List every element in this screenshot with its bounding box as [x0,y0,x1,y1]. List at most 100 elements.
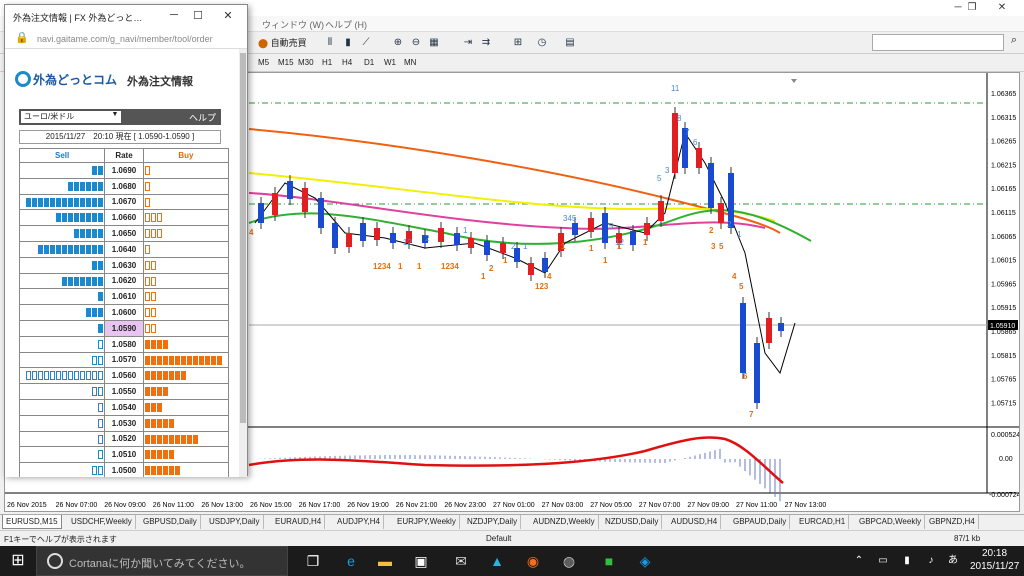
sell-cell [18,367,106,385]
popup-url[interactable]: navi.gaitame.com/g_navi/member/tool/orde… [37,34,213,44]
sell-cell [18,351,106,369]
chart-tab[interactable]: AUDJPY,H4 [334,515,384,529]
chart-tab[interactable]: EURJPY,Weekly [394,515,460,529]
zoom-out-icon[interactable]: ⊖ [408,35,424,51]
autotrade-button[interactable]: ⬤ 自動売買 [256,35,307,51]
menu-window[interactable]: ウィンドウ (W) [262,18,324,31]
windows-start-icon[interactable]: ⊞ [0,546,36,576]
store-icon[interactable]: ▣ [408,549,434,573]
pair-select[interactable]: ユーロ/米ドル [21,111,121,123]
candle [644,223,650,235]
popup-close-icon[interactable]: ✕ [219,9,237,25]
timeframe-m15[interactable]: M15 [278,58,294,67]
timeframe-d1[interactable]: D1 [364,58,374,67]
edge-icon[interactable]: e [338,549,364,573]
sell-cell [18,319,106,337]
order-book-row: 1.0630 [18,256,230,274]
cortana-search[interactable]: Cortanaに何か聞いてみてください。 [36,546,288,576]
chart-tab[interactable]: EURUSD,M15 [2,515,62,529]
rate-cell: 1.0500 [104,462,144,477]
gaitame-icon[interactable]: ◈ [632,549,658,573]
clock-time[interactable]: 20:18 [982,548,1007,559]
timeframe-mn[interactable]: MN [404,58,416,67]
file-explorer-icon[interactable]: ▬ [372,549,398,573]
search-input[interactable] [872,34,1004,51]
periods-icon[interactable]: ◷ [534,35,550,51]
tile-windows-icon[interactable]: ▦ [426,35,442,51]
time-tick-label: 26 Nov 07:00 [56,502,98,509]
chevron-down-icon[interactable]: ▼ [109,111,121,123]
timeframe-h4[interactable]: H4 [342,58,352,67]
autoscroll-icon[interactable]: ⇉ [478,35,494,51]
clock-date[interactable]: 2015/11/27 [970,561,1019,572]
chart-tab[interactable]: AUDUSD,H4 [668,515,722,529]
chart-tab[interactable]: NZDJPY,Daily [464,515,522,529]
chart-tab[interactable]: USDJPY,Daily [206,515,264,529]
candle [658,201,664,221]
popup-maximize-icon[interactable]: ☐ [189,9,207,25]
sell-cell [18,430,106,448]
menu-help[interactable]: ヘルプ (H) [325,18,367,31]
windows-taskbar: ⊞ Cortanaに何か聞いてみてください。 ❐ e ▬ ▣ ✉ ▲ ◉ ◍ ■… [0,546,1024,576]
close-icon[interactable]: ✕ [982,0,1022,16]
timeframe-m5[interactable]: M5 [258,58,269,67]
tray-chevron-icon[interactable]: ⌃ [846,549,872,573]
chart-tab[interactable]: EURCAD,H1 [796,515,850,529]
buy-cell [142,256,230,274]
buy-cell [142,177,230,195]
chart-tab[interactable]: NZDUSD,Daily [602,515,663,529]
templates-icon[interactable]: ▤ [562,35,578,51]
profile-label: Default [486,534,512,543]
task-view-icon[interactable]: ❐ [300,549,326,573]
chart-tab[interactable]: USDCHF,Weekly [68,515,136,529]
chart-tab[interactable]: GBPUSD,Daily [140,515,201,529]
td-label: 11 [671,84,680,93]
rate-cell: 1.0580 [104,335,144,353]
candlestick-icon[interactable]: ▮ [340,35,356,51]
battery-icon[interactable]: ▮ [894,549,920,573]
ime-icon[interactable]: あ [940,549,966,573]
popup-minimize-icon[interactable]: ─ [165,9,183,25]
candle [528,263,534,275]
metatrader-icon[interactable]: ▲ [484,549,510,573]
line-app-icon[interactable]: ■ [596,549,622,573]
search-icon[interactable]: ⌕ [1006,34,1022,51]
firefox-icon[interactable]: ◉ [520,549,546,573]
zoom-in-icon[interactable]: ⊕ [390,35,406,51]
network-icon[interactable]: ▭ [870,549,896,573]
app-icon[interactable]: ◍ [556,549,582,573]
scroll-thumb[interactable] [240,53,246,423]
buy-cell [142,209,230,227]
help-link[interactable]: ヘルプ [189,111,216,124]
chart-tabs: EURUSD,M15 USDCHF,Weekly GBPUSD,Daily USDJP… [0,514,1024,529]
timeframe-m30[interactable]: M30 [298,58,314,67]
mail-icon[interactable]: ✉ [448,549,474,573]
candle [346,233,352,247]
rate-cell: 1.0640 [104,240,144,258]
timeframe-h1[interactable]: H1 [322,58,332,67]
chart-tab[interactable]: AUDNZD,Weekly [530,515,599,529]
td-label: 1 [398,262,403,271]
time-tick-label: 26 Nov 2015 [7,502,47,509]
candle [718,203,724,223]
chart-tab[interactable]: GBPAUD,Daily [730,515,791,529]
buy-cell [142,414,230,432]
bar-chart-icon[interactable]: ⫴ [322,35,338,51]
chart-tab[interactable]: GBPNZD,H4 [926,515,979,529]
timeframe-w1[interactable]: W1 [384,58,396,67]
td-label: 4 [249,228,254,237]
line-chart-icon[interactable]: ⟋ [358,35,374,51]
chart-shift-icon[interactable]: ⇥ [460,35,476,51]
candle [754,343,760,403]
td-label: 3 [711,242,716,251]
time-tick-label: 26 Nov 15:00 [250,502,292,509]
order-book-row: 1.0500 [18,462,230,477]
candle [778,323,784,331]
time-tick-label: 26 Nov 23:00 [444,502,486,509]
indicators-icon[interactable]: ⊞ [510,35,526,51]
popup-scrollbar[interactable] [239,49,247,477]
chart-tab[interactable]: GBPCAD,Weekly [856,515,926,529]
time-tick-label: 27 Nov 03:00 [542,502,584,509]
price-tick-label: 1.06015 [991,258,1016,265]
chart-tab[interactable]: EURAUD,H4 [272,515,326,529]
